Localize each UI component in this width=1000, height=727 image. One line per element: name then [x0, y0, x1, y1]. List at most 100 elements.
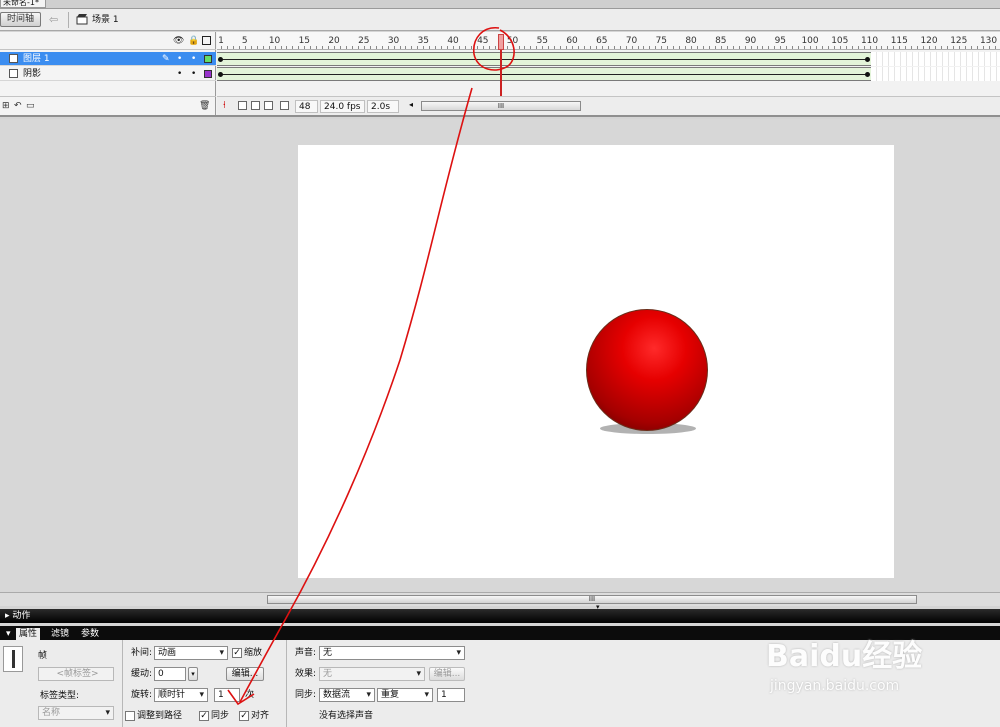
ruler-tick — [512, 46, 514, 49]
end-keyframe[interactable] — [865, 72, 870, 77]
ruler-tick — [310, 46, 312, 49]
ruler-tick — [429, 46, 431, 49]
onion-skin-icon[interactable] — [238, 101, 247, 110]
visibility-dot[interactable]: • — [177, 52, 182, 66]
ruler-tick — [917, 46, 919, 49]
start-keyframe[interactable] — [218, 72, 223, 77]
label-type-select[interactable]: 名称 — [38, 706, 114, 720]
effect-select[interactable]: 无 — [319, 667, 425, 681]
center-frame-icon[interactable]: ⍿ — [223, 101, 232, 111]
stage-scrollbar[interactable]: III — [0, 592, 1000, 606]
ease-edit-button[interactable]: 编辑... — [226, 667, 264, 681]
playhead[interactable] — [498, 34, 504, 50]
sync-checkbox[interactable]: ✓ — [199, 711, 209, 721]
layer-row-1[interactable]: 图层 1 ✎ • • — [0, 52, 216, 66]
eye-icon[interactable]: 👁 — [173, 36, 184, 46]
sound-select[interactable]: 无 — [319, 646, 465, 660]
ruler-tick — [851, 46, 853, 49]
actions-title: 动作 — [12, 611, 31, 621]
layer-list: 👁 🔒 图层 1 ✎ • • 阴影 • • ⊞ ↶ ▭ 🗑 — [0, 32, 216, 115]
timeline-panel: 👁 🔒 图层 1 ✎ • • 阴影 • • ⊞ ↶ ▭ 🗑 1 5 10 15 20 25… — [0, 32, 1000, 117]
visibility-dot[interactable]: • — [177, 67, 182, 81]
end-keyframe[interactable] — [865, 57, 870, 62]
repeat-count-input[interactable]: 1 — [437, 688, 465, 702]
layer-row-2[interactable]: 阴影 • • — [0, 67, 216, 81]
tab-parameters[interactable]: 参数 — [78, 628, 102, 640]
ruler-tick — [750, 46, 752, 49]
add-guide-icon[interactable]: ↶ — [14, 101, 22, 111]
elapsed-time: 2.0s — [367, 100, 399, 113]
edit-multiple-icon[interactable] — [264, 101, 273, 110]
ruler-tick-label: 20 — [328, 36, 340, 46]
rotate-select[interactable]: 顺时针 — [154, 688, 208, 702]
ease-label: 缓动: — [131, 669, 153, 679]
stage[interactable] — [298, 145, 894, 578]
ruler-tick — [833, 46, 835, 49]
add-folder-icon[interactable]: ▭ — [26, 101, 35, 111]
rotate-times-input[interactable]: 1 — [214, 688, 240, 702]
empty-frames[interactable] — [871, 52, 1000, 66]
ruler-tick — [952, 46, 954, 49]
frame-label-field[interactable]: <帧标签> — [38, 667, 114, 681]
lock-dot[interactable]: • — [191, 67, 196, 81]
lock-icon[interactable]: 🔒 — [188, 36, 199, 46]
scroll-left-icon[interactable]: ◂ — [409, 100, 413, 109]
collapse-arrow-icon[interactable]: ▾ — [3, 628, 14, 640]
onion-outline-icon[interactable] — [251, 101, 260, 110]
ruler-tick — [756, 46, 758, 49]
stage-scroll-thumb[interactable]: III — [267, 595, 917, 604]
repeat-select[interactable]: 重复 — [377, 688, 433, 702]
ruler-tick — [827, 46, 829, 49]
tween-span-layer-2[interactable] — [217, 67, 871, 81]
ruler-tick — [732, 46, 734, 49]
lock-dot[interactable]: • — [191, 52, 196, 66]
ruler-tick — [560, 46, 562, 49]
sound-label: 声音: — [295, 648, 317, 658]
back-arrow-icon[interactable]: ⇦ — [49, 13, 63, 26]
sound-sync-select[interactable]: 数据流 — [319, 688, 375, 702]
ruler-tick — [679, 46, 681, 49]
onion-markers-icon[interactable] — [280, 101, 289, 110]
ruler-tick — [447, 46, 449, 49]
timeline-toggle-button[interactable]: 时间轴 — [0, 12, 41, 27]
ruler-tick — [881, 46, 883, 49]
ruler-tick — [345, 46, 347, 49]
ruler-tick — [506, 46, 508, 49]
scene-label[interactable]: 场景 1 — [92, 14, 119, 26]
frame-rate[interactable]: 24.0 fps — [320, 100, 365, 113]
frame-ruler[interactable]: 1 5 10 15 20 25 30 35 40 45 50 55 60 65 70 75 80 85 90 95 10… — [217, 32, 1000, 50]
scale-checkbox[interactable]: ✓ — [232, 648, 242, 658]
timeline-scrollbar[interactable]: III — [421, 101, 581, 111]
actions-panel-bar[interactable]: ▸ 动作 — [0, 609, 1000, 623]
document-tab[interactable]: 未命名-1* — [0, 0, 46, 8]
red-ball[interactable] — [586, 309, 708, 431]
orient-to-path-checkbox[interactable] — [125, 711, 135, 721]
scale-label: 缩放 — [244, 648, 263, 658]
delete-layer-icon[interactable]: 🗑 — [199, 101, 210, 111]
frame-area[interactable]: 1 5 10 15 20 25 30 35 40 45 50 55 60 65 70 75 80 85 90 95 10… — [217, 32, 1000, 115]
ruler-tick — [673, 46, 675, 49]
ruler-tick — [340, 46, 341, 49]
tween-span-layer-1[interactable] — [217, 52, 871, 66]
ease-slider-button[interactable]: ▾ — [188, 667, 198, 681]
ruler-tick — [816, 46, 817, 49]
tab-properties[interactable]: 属性 — [16, 628, 41, 640]
empty-frames[interactable] — [871, 67, 1000, 81]
sound-edit-button[interactable]: 编辑... — [429, 667, 465, 681]
ruler-tick-label: 110 — [860, 36, 879, 46]
orient-to-path-label: 调整到路径 — [137, 711, 183, 721]
outline-icon[interactable] — [202, 36, 211, 45]
ruler-tick — [976, 46, 978, 49]
ruler-tick-label: 100 — [801, 36, 819, 46]
tween-select[interactable]: 动画 — [154, 646, 228, 660]
layer-color-swatch[interactable] — [204, 55, 212, 63]
snap-checkbox[interactable]: ✓ — [239, 711, 249, 721]
ruler-tick — [482, 46, 484, 49]
add-layer-icon[interactable]: ⊞ — [2, 101, 10, 111]
ruler-tick — [441, 46, 443, 49]
layer-tools: ⊞ ↶ ▭ 🗑 — [0, 96, 216, 115]
layer-color-swatch[interactable] — [204, 70, 212, 78]
tab-filters[interactable]: 滤镜 — [48, 628, 72, 640]
start-keyframe[interactable] — [218, 57, 223, 62]
ease-input[interactable]: 0 — [154, 667, 186, 681]
